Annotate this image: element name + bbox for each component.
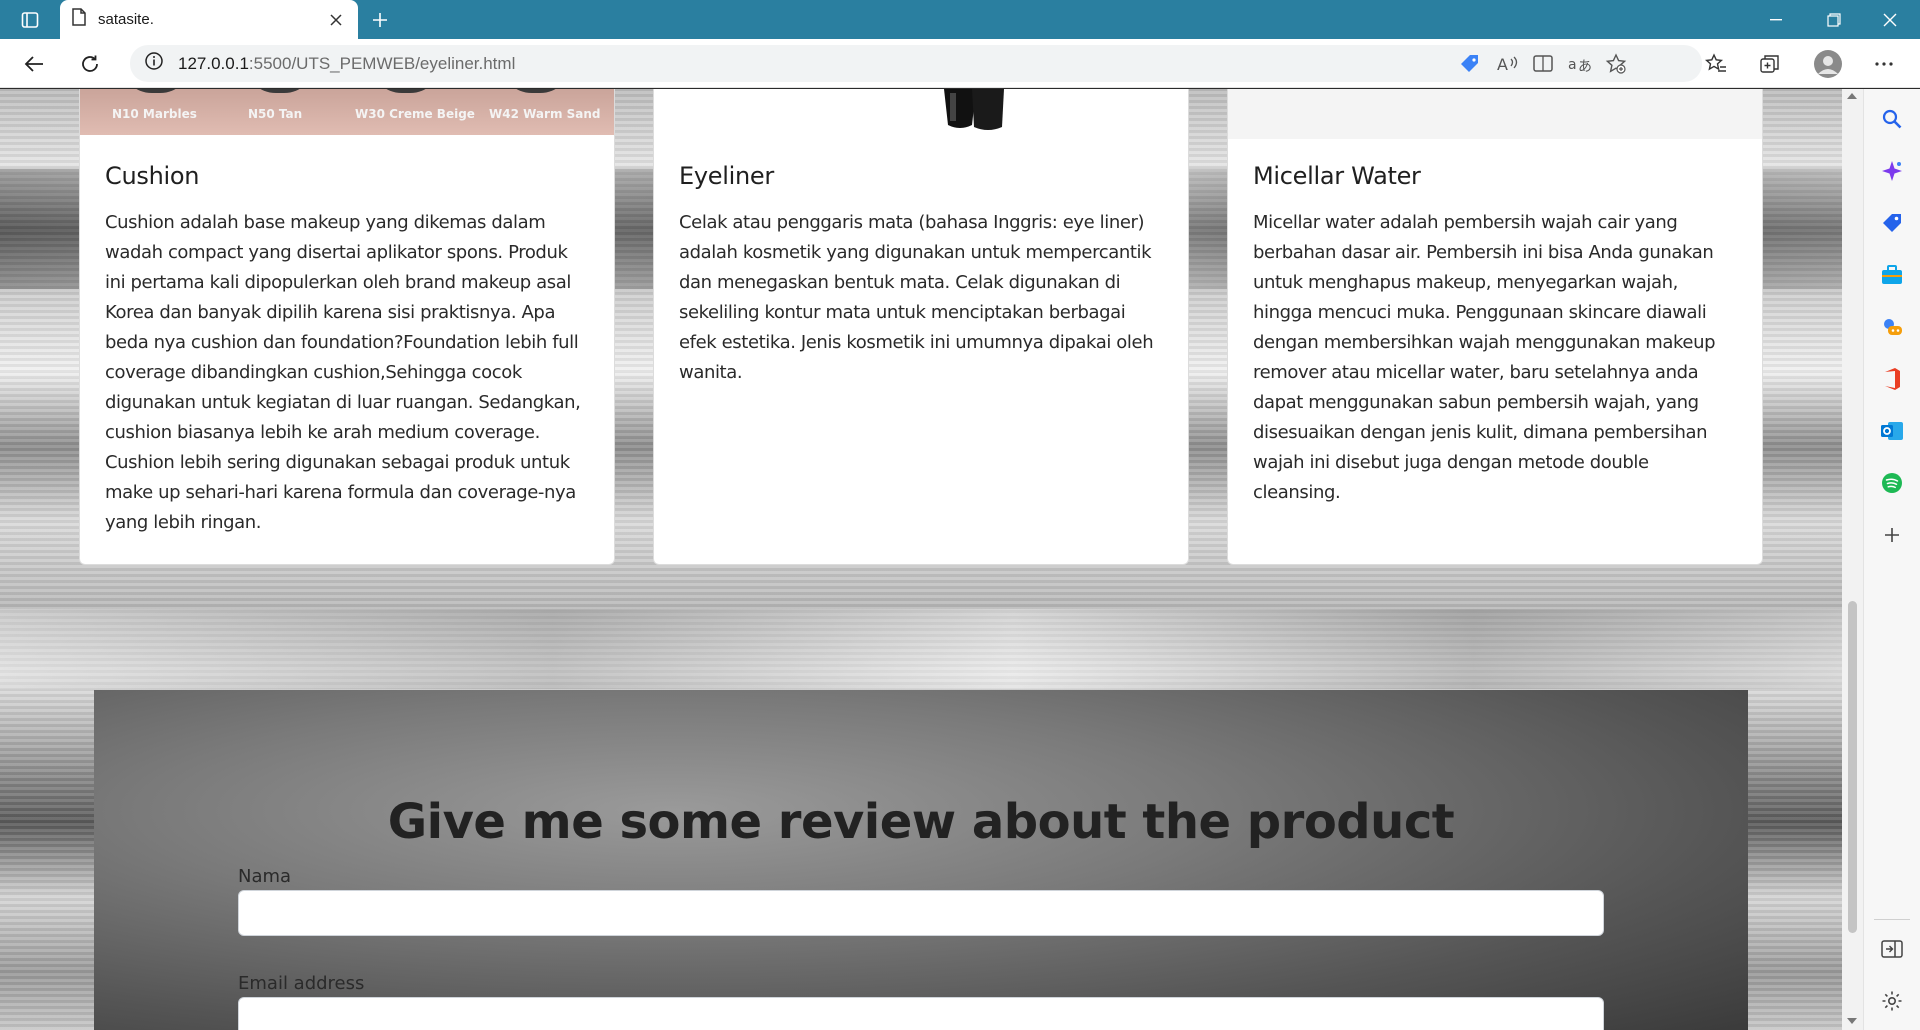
- background-brush-stroke: [0, 609, 1842, 689]
- review-title: Give me some review about the product: [387, 794, 1455, 850]
- split-screen-icon[interactable]: [1878, 935, 1906, 963]
- swatch-label: W42 Warm Sand: [489, 107, 601, 121]
- micellar-water-image: [1228, 89, 1762, 139]
- url-path: :5500/UTS_PEMWEB/eyeliner.html: [248, 53, 516, 73]
- page-icon: [72, 8, 86, 31]
- browser-sidebar: [1863, 89, 1920, 1030]
- card-body: Eyeliner Celak atau penggaris mata (baha…: [654, 162, 1188, 388]
- office-icon[interactable]: [1878, 365, 1906, 393]
- tab-actions-icon[interactable]: [14, 8, 46, 32]
- collections-icon[interactable]: [1754, 49, 1786, 79]
- favorite-add-icon[interactable]: [1602, 50, 1630, 78]
- svg-text:a: a: [1568, 57, 1577, 73]
- card-title: Micellar Water: [1253, 162, 1421, 190]
- svg-text:A: A: [1497, 55, 1508, 74]
- scroll-down-icon[interactable]: [1847, 1018, 1857, 1024]
- more-icon[interactable]: [1868, 49, 1900, 79]
- scroll-up-icon[interactable]: [1847, 93, 1857, 99]
- close-icon[interactable]: [326, 10, 346, 30]
- swatch-disc: [120, 89, 192, 93]
- refresh-icon[interactable]: [74, 49, 106, 79]
- tab-strip: satasite.: [0, 0, 1920, 39]
- coupon-icon[interactable]: [1456, 50, 1484, 78]
- name-label: Nama: [238, 866, 292, 887]
- page-scrollbar[interactable]: [1842, 89, 1863, 1030]
- name-input[interactable]: [238, 890, 1604, 936]
- browser-toolbar: 127.0.0.1:5500/UTS_PEMWEB/eyeliner.html …: [0, 39, 1920, 88]
- shopping-icon[interactable]: [1878, 209, 1906, 237]
- active-tab[interactable]: satasite.: [60, 0, 358, 39]
- profile-icon[interactable]: [1812, 49, 1844, 79]
- immersive-reader-icon[interactable]: [1530, 50, 1558, 78]
- back-icon[interactable]: [18, 49, 50, 79]
- minimize-icon[interactable]: [1748, 0, 1804, 39]
- card-title: Cushion: [105, 162, 200, 190]
- games-icon[interactable]: [1878, 313, 1906, 341]
- read-aloud-icon[interactable]: A: [1493, 50, 1521, 78]
- search-icon[interactable]: [1878, 105, 1906, 133]
- card-text: Micellar water adalah pembersih wajah ca…: [1253, 212, 1716, 503]
- tab-title: satasite.: [98, 11, 154, 28]
- close-window-icon[interactable]: [1862, 0, 1918, 39]
- copilot-icon[interactable]: [1878, 157, 1906, 185]
- info-icon[interactable]: [144, 51, 164, 76]
- product-card-eyeliner: Eyeliner Celak atau penggaris mata (baha…: [653, 89, 1189, 565]
- review-section: Give me some review about the product Na…: [94, 690, 1748, 1030]
- sidebar-divider: [1874, 919, 1910, 920]
- translate-icon[interactable]: aあ: [1566, 50, 1594, 78]
- product-card-micellar-water: Micellar Water Micellar water adalah pem…: [1227, 89, 1763, 565]
- swatch-label: N10 Marbles: [112, 107, 197, 121]
- svg-text:あ: あ: [1578, 59, 1592, 74]
- swatch-label: W30 Creme Beige: [355, 107, 475, 121]
- swatch-disc: [244, 89, 316, 93]
- spotify-icon[interactable]: [1878, 469, 1906, 497]
- tools-icon[interactable]: [1878, 261, 1906, 289]
- url-host: 127.0.0.1: [178, 53, 249, 73]
- scroll-thumb[interactable]: [1848, 601, 1857, 933]
- page-viewport: N10 Marbles N50 Tan W30 Creme Beige W42 …: [0, 89, 1842, 1030]
- url-text: 127.0.0.1:5500/UTS_PEMWEB/eyeliner.html: [178, 54, 515, 74]
- card-body: Micellar Water Micellar water adalah pem…: [1228, 162, 1762, 508]
- cushion-image: N10 Marbles N50 Tan W30 Creme Beige W42 …: [80, 89, 614, 135]
- restore-icon[interactable]: [1806, 0, 1862, 39]
- plus-icon[interactable]: [366, 6, 394, 34]
- swatch-disc: [500, 89, 572, 93]
- add-icon[interactable]: [1878, 521, 1906, 549]
- eyeliner-image: [654, 89, 1188, 135]
- swatch-disc: [370, 89, 442, 93]
- product-card-cushion: N10 Marbles N50 Tan W30 Creme Beige W42 …: [79, 89, 615, 565]
- outlook-icon[interactable]: [1878, 417, 1906, 445]
- settings-icon[interactable]: [1878, 987, 1906, 1015]
- favorites-icon[interactable]: [1700, 49, 1732, 79]
- card-text: Cushion adalah base makeup yang dikemas …: [105, 212, 581, 533]
- card-title: Eyeliner: [679, 162, 774, 190]
- card-body: Cushion Cushion adalah base makeup yang …: [80, 162, 614, 538]
- swatch-label: N50 Tan: [248, 107, 303, 121]
- address-bar[interactable]: 127.0.0.1:5500/UTS_PEMWEB/eyeliner.html …: [130, 45, 1702, 82]
- email-label: Email address: [238, 973, 365, 994]
- email-input[interactable]: [238, 997, 1604, 1030]
- card-text: Celak atau penggaris mata (bahasa Inggri…: [679, 212, 1154, 383]
